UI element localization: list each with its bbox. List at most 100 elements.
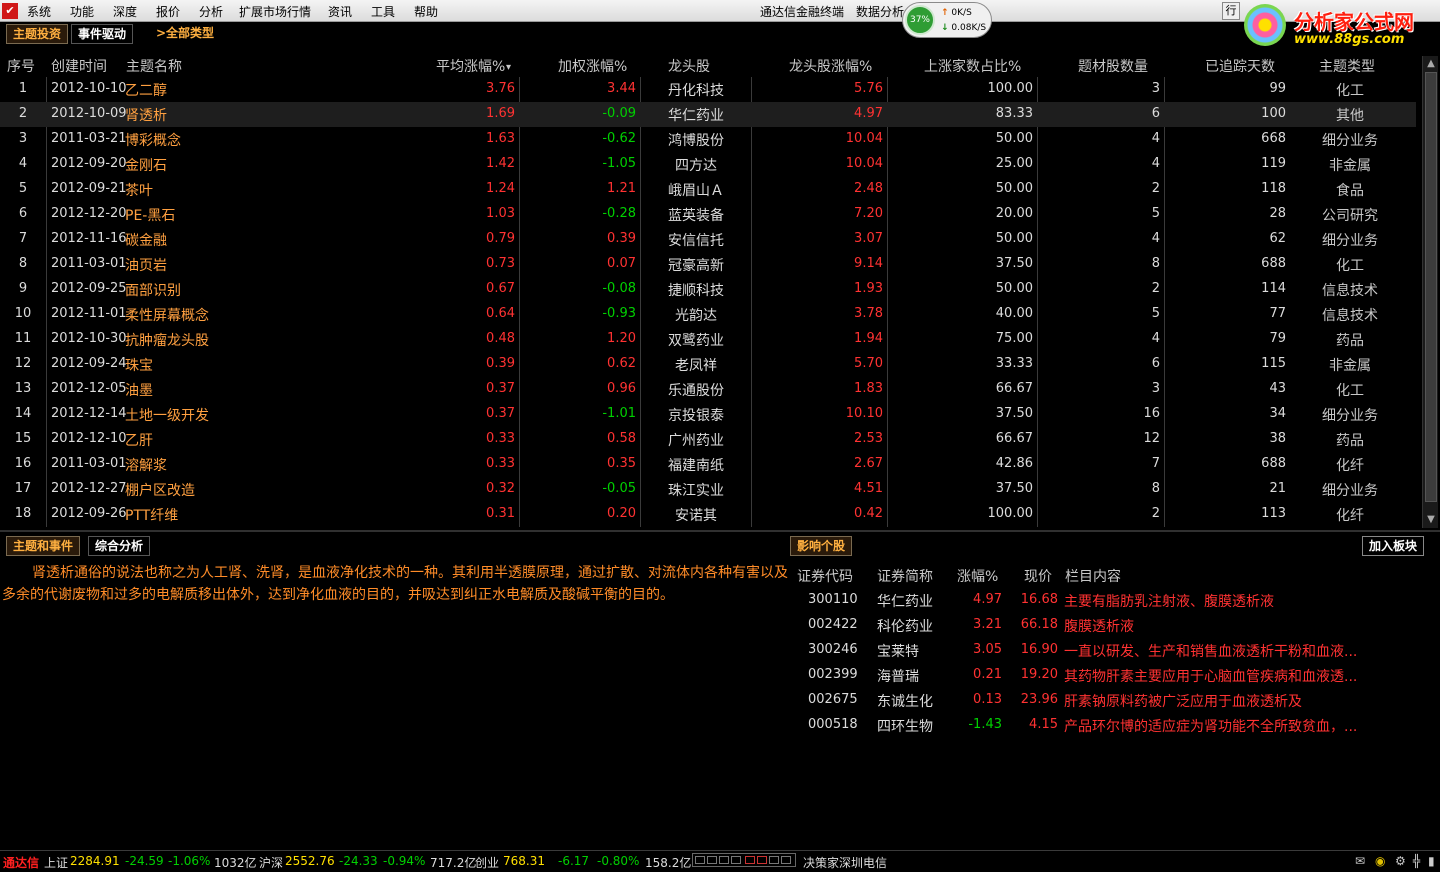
row-stock-count: 16 xyxy=(1143,406,1160,421)
scroll-up-icon[interactable]: ▲ xyxy=(1425,58,1437,70)
row-tracked-days: 43 xyxy=(1269,381,1286,396)
stock-row[interactable]: 300110 华仁药业 4.97 16.68 主要有脂肪乳注射液、腹膜透析液 xyxy=(790,588,1430,613)
table-row[interactable]: 1 2012-10-10 乙二醇 3.76 3.44 丹化科技 5.76 100.00 3 99 化… xyxy=(0,77,1416,102)
row-weighted-change: -1.05 xyxy=(602,156,636,171)
alert-icon[interactable]: ◉ xyxy=(1375,854,1385,868)
col-date[interactable]: 创建时间 xyxy=(51,56,107,76)
row-stock-count: 6 xyxy=(1151,356,1160,371)
table-row[interactable]: 9 2012-09-25 面部识别 0.67 -0.08 捷顺科技 1.93 50.00 2 11… xyxy=(0,277,1416,302)
table-row[interactable]: 15 2012-12-10 乙肝 0.33 0.58 广州药业 2.53 66.67 12 38 药… xyxy=(0,427,1416,452)
col-stock-count[interactable]: 题材股数量 xyxy=(1078,56,1148,76)
col-no[interactable]: 序号 xyxy=(7,56,35,76)
settings-icon[interactable]: ⚙ xyxy=(1395,854,1406,868)
table-row[interactable]: 17 2012-12-27 棚户区改造 0.32 -0.05 珠江实业 4.51 37.50 8… xyxy=(0,477,1416,502)
stock-price: 19.20 xyxy=(1020,667,1058,682)
col-stock-price[interactable]: 现价 xyxy=(1024,566,1052,586)
tab-event-driven[interactable]: 事件驱动 xyxy=(71,24,134,44)
stock-code: 000518 xyxy=(808,717,858,732)
row-up-ratio: 20.00 xyxy=(995,206,1033,221)
row-theme-type: 化工 xyxy=(1336,83,1364,99)
scroll-thumb[interactable] xyxy=(1425,72,1437,502)
mail-icon[interactable]: ✉ xyxy=(1355,854,1365,868)
tab-comprehensive-analysis[interactable]: 综合分析 xyxy=(88,536,151,556)
market-switch-button[interactable]: 行 xyxy=(1222,2,1240,20)
table-row[interactable]: 14 2012-12-14 土地一级开发 0.37 -1.01 京投银泰 10.10 37.5… xyxy=(0,402,1416,427)
table-row[interactable]: 7 2012-11-16 碳金融 0.79 0.39 安信信托 3.07 50.00 4 62 细分… xyxy=(0,227,1416,252)
col-name[interactable]: 主题名称 xyxy=(126,56,182,76)
col-leader-change[interactable]: 龙头股涨幅% xyxy=(789,56,872,76)
menu-function[interactable]: 功能 xyxy=(70,3,94,20)
col-stock-info[interactable]: 栏目内容 xyxy=(1065,566,1121,586)
scroll-down-icon[interactable]: ▼ xyxy=(1425,514,1437,526)
row-theme-type: 药品 xyxy=(1336,333,1364,349)
row-leader-stock: 珠江实业 xyxy=(668,483,724,499)
menu-analysis[interactable]: 分析 xyxy=(199,3,223,20)
row-theme-type: 信息技术 xyxy=(1322,308,1378,324)
col-stock-code[interactable]: 证券代码 xyxy=(797,566,853,586)
row-leader-stock: 华仁药业 xyxy=(668,108,724,124)
stock-row[interactable]: 002675 东诚生化 0.13 23.96 肝素钠原料药被广泛应用于血液透析及 xyxy=(790,688,1430,713)
table-row[interactable]: 11 2012-10-30 抗肿瘤龙头股 0.48 1.20 双鹭药业 1.94 75.00 4… xyxy=(0,327,1416,352)
table-row[interactable]: 18 2012-09-26 PTT纤维 0.31 0.20 安诺其 0.42 100.00 2 1… xyxy=(0,502,1416,527)
stock-row[interactable]: 002422 科伦药业 3.21 66.18 腹膜透析液 xyxy=(790,613,1430,638)
table-row[interactable]: 8 2011-03-01 油页岩 0.73 0.07 冠豪高新 9.14 37.50 8 688 化… xyxy=(0,252,1416,277)
status-logo[interactable]: 通达信 xyxy=(3,854,39,871)
row-tracked-days: 113 xyxy=(1261,506,1286,521)
col-leader[interactable]: 龙头股 xyxy=(668,56,710,76)
server-name[interactable]: 决策家深圳电信 xyxy=(803,854,887,871)
col-tracked-days[interactable]: 已追踪天数 xyxy=(1205,56,1275,76)
module-title[interactable]: 数据分析 xyxy=(856,3,904,20)
menu-system[interactable]: 系统 xyxy=(27,3,51,20)
menu-tools[interactable]: 工具 xyxy=(371,3,395,20)
menu-quote[interactable]: 报价 xyxy=(156,3,180,20)
menu-extended-market[interactable]: 扩展市场行情 xyxy=(239,3,311,20)
menu-help[interactable]: 帮助 xyxy=(414,3,438,20)
tab-theme-invest[interactable]: 主题投资 xyxy=(6,24,69,44)
table-row[interactable]: 10 2012-11-01 柔性屏幕概念 0.64 -0.93 光韵达 3.78 40.00 5… xyxy=(0,302,1416,327)
row-leader-stock: 安信信托 xyxy=(668,233,724,249)
table-row[interactable]: 16 2011-03-01 溶解浆 0.33 0.35 福建南纸 2.67 42.86 7 688… xyxy=(0,452,1416,477)
table-row[interactable]: 2 2012-10-09 肾透析 1.69 -0.09 华仁药业 4.97 83.33 6 100… xyxy=(0,102,1416,127)
menu-news[interactable]: 资讯 xyxy=(328,3,352,20)
row-leader-stock: 福建南纸 xyxy=(668,458,724,474)
stock-code: 300246 xyxy=(808,642,858,657)
table-row[interactable]: 5 2012-09-21 茶叶 1.24 1.21 峨眉山Ａ 2.48 50.00 2 118 食品 xyxy=(0,177,1416,202)
app-logo-icon[interactable]: ✔ xyxy=(2,3,18,19)
sh-index-percent: -1.06% xyxy=(168,854,211,868)
stock-name: 宝莱特 xyxy=(877,644,919,660)
table-row[interactable]: 6 2012-12-20 PE-黑石 1.03 -0.28 蓝英装备 7.20 20.00 5 2… xyxy=(0,202,1416,227)
col-avg-change[interactable]: 平均涨幅% xyxy=(436,56,505,76)
col-up-ratio[interactable]: 上涨家数占比% xyxy=(924,56,1021,76)
row-date: 2011-03-01 xyxy=(51,456,127,471)
col-theme-type[interactable]: 主题类型 xyxy=(1319,56,1375,76)
row-leader-change: 1.93 xyxy=(854,281,883,296)
row-avg-change: 1.24 xyxy=(486,181,515,196)
tab-theme-and-event[interactable]: 主题和事件 xyxy=(6,536,81,556)
row-date: 2012-10-30 xyxy=(51,331,127,346)
tab-affected-stocks[interactable]: 影响个股 xyxy=(790,536,853,556)
row-leader-change: 10.04 xyxy=(845,131,883,146)
table-row[interactable]: 12 2012-09-24 珠宝 0.39 0.62 老凤祥 5.70 33.33 6 115 非金… xyxy=(0,352,1416,377)
col-stock-change[interactable]: 涨幅% xyxy=(957,566,998,586)
stock-row[interactable]: 002399 海普瑞 0.21 19.20 其药物肝素主要应用于心脑血管疾病和血液透..… xyxy=(790,663,1430,688)
table-row[interactable]: 13 2012-12-05 油墨 0.37 0.96 乐通股份 1.83 66.67 3 43 化工 xyxy=(0,377,1416,402)
stock-row[interactable]: 300246 宝莱特 3.05 16.90 一直以研发、生产和销售血液透析干粉和血液..… xyxy=(790,638,1430,663)
menu-depth[interactable]: 深度 xyxy=(113,3,137,20)
filter-all-types[interactable]: >全部类型 xyxy=(150,24,220,44)
row-weighted-change: -1.01 xyxy=(602,406,636,421)
row-tracked-days: 79 xyxy=(1269,331,1286,346)
table-row[interactable]: 4 2012-09-20 金刚石 1.42 -1.05 四方达 10.04 25.00 4 119… xyxy=(0,152,1416,177)
col-weighted-change[interactable]: 加权涨幅% xyxy=(558,56,627,76)
row-avg-change: 3.76 xyxy=(486,81,515,96)
add-to-sector-button[interactable]: 加入板块 xyxy=(1362,536,1425,556)
panel-divider[interactable] xyxy=(0,530,1440,532)
col-stock-name[interactable]: 证券简称 xyxy=(877,566,933,586)
row-stock-count: 3 xyxy=(1151,81,1160,96)
stock-row[interactable]: 000518 四环生物 -1.43 4.15 产品环尔博的适应症为肾功能不全所致贫血，.… xyxy=(790,713,1430,738)
table-scrollbar[interactable]: ▲ ▼ xyxy=(1422,56,1438,528)
row-date: 2012-12-10 xyxy=(51,431,127,446)
table-row[interactable]: 3 2011-03-21 博彩概念 1.63 -0.62 鸿博股份 10.04 50.00 4 6… xyxy=(0,127,1416,152)
row-up-ratio: 66.67 xyxy=(995,381,1033,396)
menu-bar: ✔ 系统 功能 深度 报价 分析 扩展市场行情 资讯 工具 帮助 通达信金融终端… xyxy=(0,0,1440,22)
row-date: 2012-12-27 xyxy=(51,481,127,496)
